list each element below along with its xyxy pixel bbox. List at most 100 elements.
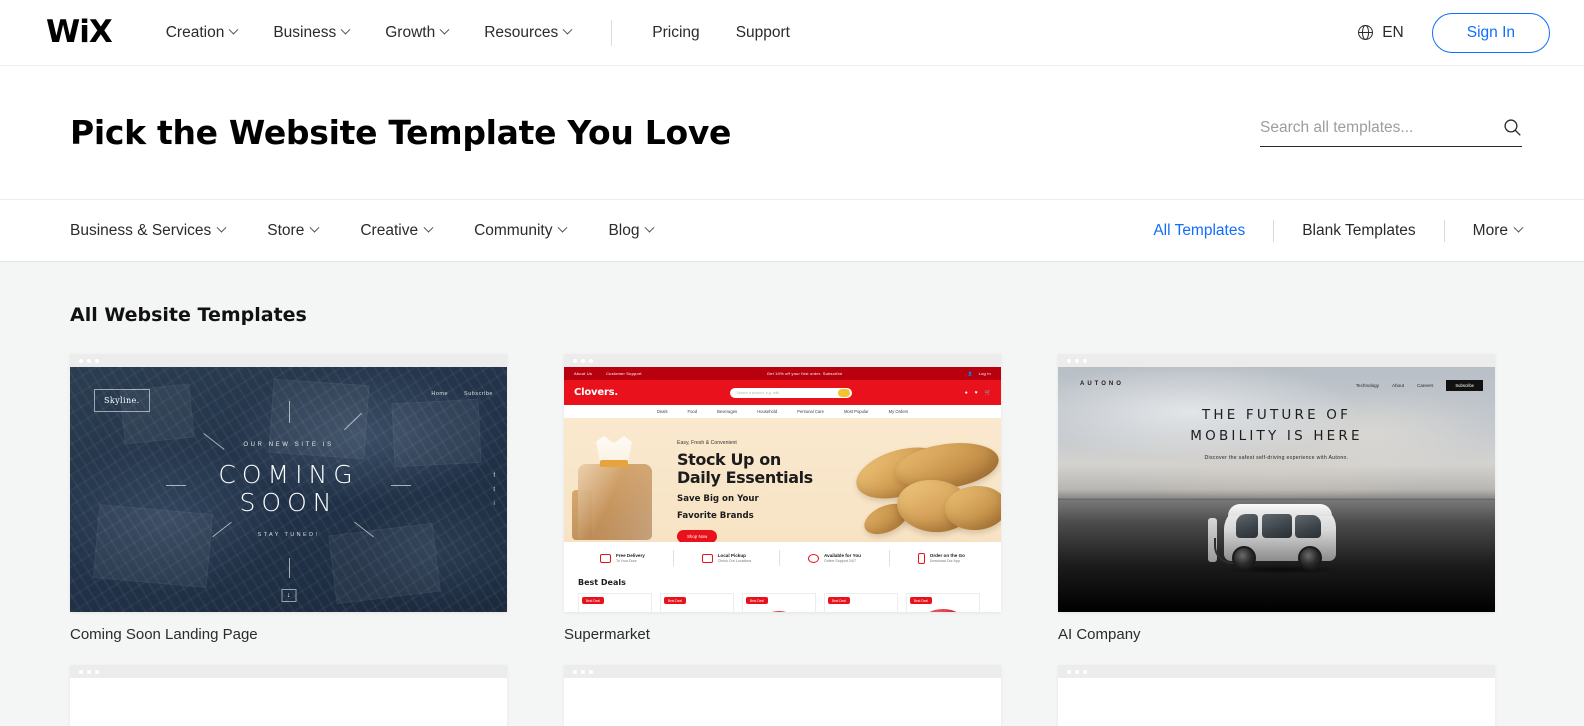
template-card-ai-company[interactable]: AUTONO Technology About Careers Subscrib… (1058, 354, 1495, 643)
template-preview-frame[interactable]: Skyline. Home Subscribe OUR NEW SITE IS (70, 354, 507, 612)
bread-bag-tie (600, 460, 628, 467)
feature-divider (779, 550, 781, 566)
store-nav-food: Food (687, 409, 698, 414)
view-switcher: All Templates Blank Templates More (1125, 219, 1550, 242)
feature-divider (888, 550, 890, 566)
nav-item-growth[interactable]: Growth (367, 24, 466, 42)
template-nav-technology: Technology (1355, 383, 1380, 388)
browser-dot-icon (573, 669, 577, 674)
deal-badge: Best Deal (664, 597, 686, 604)
ray-decoration (288, 558, 290, 579)
language-selector[interactable]: EN (1357, 24, 1404, 42)
template-preview-body: AUTONO Technology About Careers Subscrib… (1058, 367, 1495, 612)
topbar-promo: Get 10% off your first order. Subscribe (766, 371, 843, 376)
hero-eyebrow: OUR NEW SITE IS (243, 441, 334, 448)
feature-sub: Download Our App (929, 559, 960, 564)
chevron-down-icon (216, 222, 227, 233)
facebook-icon: f (493, 472, 495, 479)
template-preview-frame[interactable] (1058, 665, 1495, 726)
language-label: EN (1382, 23, 1404, 41)
feature-local-pickup: Local Pickup Check Our Locations (701, 552, 751, 563)
template-logo: Skyline. (94, 389, 150, 412)
wix-logo[interactable]: WiX (46, 17, 113, 48)
template-preview-frame[interactable]: AUTONO Technology About Careers Subscrib… (1058, 354, 1495, 612)
template-card-next-row[interactable] (1058, 665, 1495, 726)
template-card-next-row[interactable] (70, 665, 507, 726)
feature-title: Free Delivery (615, 552, 645, 558)
feature-available-for-you: Available for You Online Support 24/7 (808, 553, 861, 563)
nav-label: Growth (385, 23, 436, 41)
hero-shop-now-button: Shop Now (677, 530, 718, 542)
nav-item-pricing[interactable]: Pricing (634, 24, 717, 42)
nav-item-business[interactable]: Business (255, 24, 367, 42)
template-card-supermarket[interactable]: About Us Customer Support Get 10% off yo… (564, 354, 1001, 643)
template-preview-frame[interactable] (564, 665, 1001, 726)
product-image-strawberries (762, 611, 796, 612)
nav-item-support[interactable]: Support (718, 24, 808, 42)
deal-badge: Best Deal (582, 597, 604, 604)
browser-dot-icon (1083, 669, 1087, 674)
chevron-down-icon (562, 24, 573, 35)
car-wheel (1231, 546, 1256, 570)
globe-icon (1358, 25, 1374, 40)
template-nav-about: About (1392, 383, 1405, 388)
category-creative[interactable]: Creative (360, 222, 434, 240)
template-card-next-row[interactable] (564, 665, 1001, 726)
template-preview-frame[interactable] (70, 665, 507, 726)
sign-in-button[interactable]: Sign In (1431, 12, 1550, 53)
nav-divider (611, 19, 613, 46)
store-header-icons: ● ♥ 🛒 (965, 390, 991, 396)
hero-headline-line2: SOON (239, 488, 338, 517)
search-input[interactable] (1260, 118, 1495, 137)
category-store[interactable]: Store (267, 222, 320, 240)
view-all-templates[interactable]: All Templates (1125, 222, 1273, 240)
topbar-support: Customer Support (606, 371, 642, 376)
template-preview-frame[interactable]: About Us Customer Support Get 10% off yo… (564, 354, 1001, 612)
nav-label: Creation (165, 23, 225, 41)
nav-label: Business (273, 23, 337, 41)
category-label: Business & Services (70, 221, 212, 239)
view-blank-templates[interactable]: Blank Templates (1274, 222, 1443, 240)
category-business-services[interactable]: Business & Services (70, 221, 227, 240)
store-nav-household: Household (757, 409, 778, 414)
store-topbar: About Us Customer Support Get 10% off yo… (564, 367, 1001, 380)
store-nav-deals: Deals (656, 409, 668, 414)
store-features: Free Delivery To Your Door Local Pickup … (564, 542, 1001, 574)
browser-dot-icon (573, 358, 577, 363)
chevron-down-icon (1513, 222, 1524, 233)
deal-badge: Best Deal (910, 597, 932, 604)
instagram-icon: i (493, 500, 495, 507)
bread-loaves-image (825, 430, 1001, 541)
category-community[interactable]: Community (474, 222, 568, 240)
browser-dot-icon (581, 358, 585, 363)
hero-headline-line1: Stock Up on (677, 450, 781, 469)
store-nav-my-orders: My Orders (888, 409, 909, 414)
browser-dot-icon (1083, 358, 1087, 363)
support-icon (808, 553, 819, 563)
feature-title: Local Pickup (717, 552, 746, 558)
view-more[interactable]: More (1445, 222, 1550, 240)
store-hero: Easy, Fresh & Convenient Stock Up on Dai… (564, 418, 1001, 542)
browser-dot-icon (87, 669, 91, 674)
product-card: Best Deal (824, 593, 898, 612)
nav-item-resources[interactable]: Resources (466, 24, 589, 42)
browser-dot-icon (1067, 669, 1071, 674)
store-search-button (838, 388, 851, 397)
mobile-phone-icon (917, 552, 925, 564)
template-card-coming-soon[interactable]: Skyline. Home Subscribe OUR NEW SITE IS (70, 354, 507, 643)
hero-subtext: Discover the safest self-driving experie… (1204, 455, 1349, 462)
search-bar[interactable] (1260, 118, 1522, 147)
category-blog[interactable]: Blog (608, 222, 655, 240)
topbar-login: Log In (978, 371, 991, 376)
browser-dot-icon (1075, 358, 1079, 363)
browser-chrome-bar (70, 354, 507, 367)
twitter-icon: t (493, 486, 495, 493)
feature-order-on-the-go: Order on the Go Download Our App (917, 552, 965, 564)
bread-bag-image (572, 436, 664, 540)
best-deals-title: Best Deals (578, 578, 626, 587)
template-gallery: All Website Templates Skyline. Home Subs… (0, 262, 1584, 726)
search-button[interactable] (1495, 118, 1522, 137)
template-caption: Supermarket (564, 626, 650, 643)
nav-item-creation[interactable]: Creation (148, 24, 256, 42)
browser-chrome-bar (1058, 354, 1495, 367)
